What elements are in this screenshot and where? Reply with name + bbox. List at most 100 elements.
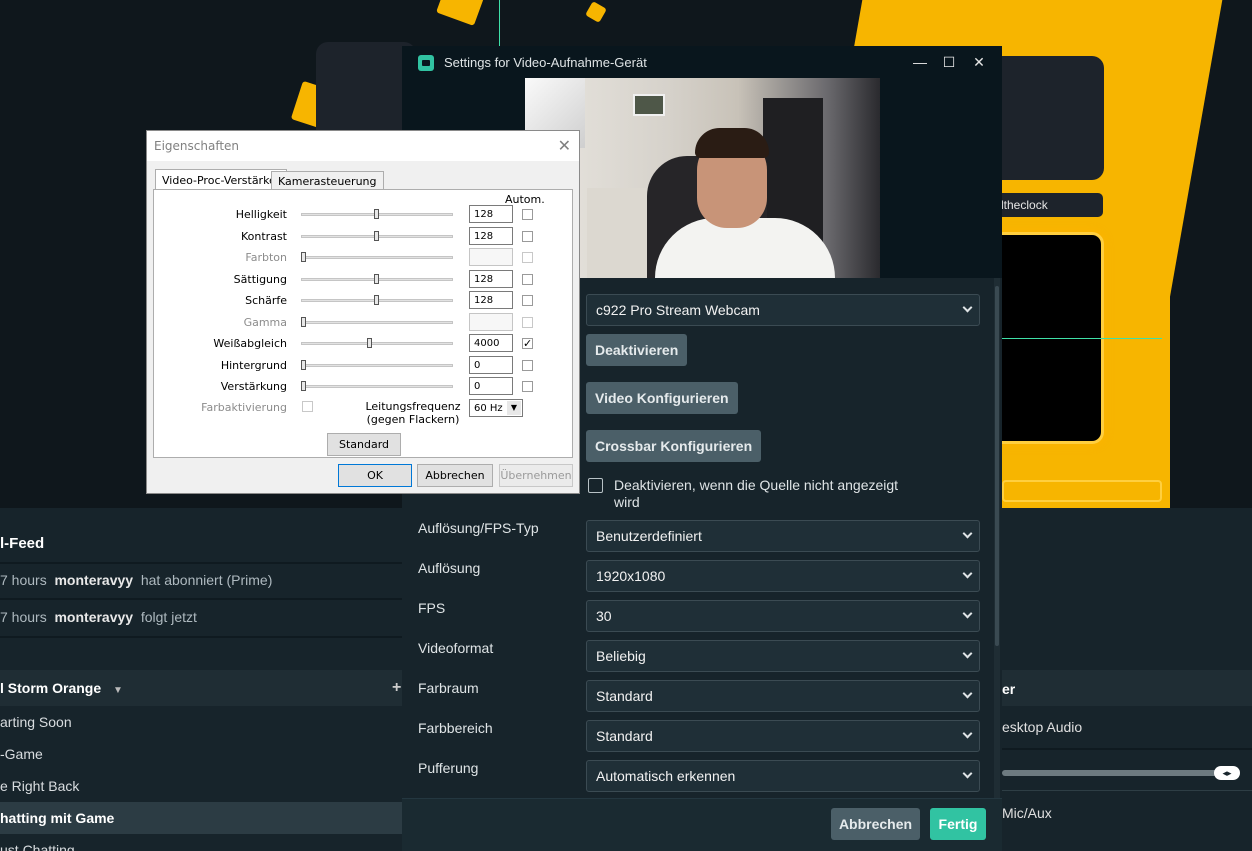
property-value-field[interactable] <box>469 248 513 266</box>
property-slider-thumb[interactable] <box>374 274 379 284</box>
frequency-label: Leitungsfrequenz (gegen Flackern) <box>365 400 461 426</box>
select-value: 1920x1080 <box>596 568 666 584</box>
property-auto-checkbox[interactable] <box>522 295 533 306</box>
maximize-icon[interactable]: ☐ <box>937 52 961 72</box>
property-slider-thumb[interactable] <box>374 295 379 305</box>
feed-row[interactable]: 7 hours monteravyy folgt jetzt <box>0 601 402 635</box>
apply-button[interactable]: Übernehmen <box>499 464 573 487</box>
property-value-field[interactable]: 128 <box>469 227 513 245</box>
property-slider-thumb[interactable] <box>301 381 306 391</box>
property-auto-checkbox[interactable] <box>522 317 533 328</box>
scene-item[interactable]: e Right Back <box>0 770 402 802</box>
property-slider[interactable] <box>301 364 453 367</box>
feed-user: monteravyy <box>54 572 134 588</box>
property-auto-checkbox[interactable] <box>522 231 533 242</box>
device-select-value: c922 Pro Stream Webcam <box>596 302 760 318</box>
cancel-button[interactable]: Abbrechen <box>831 808 920 840</box>
property-value-field[interactable]: 0 <box>469 356 513 374</box>
buffering-select[interactable]: Automatisch erkennen <box>586 760 980 792</box>
chevron-down-icon <box>962 528 973 539</box>
property-slider[interactable] <box>301 342 453 345</box>
chevron-down-icon: ▼ <box>507 401 521 415</box>
title-bar[interactable]: Settings for Video-Aufnahme-Gerät — ☐ ✕ <box>402 46 1002 78</box>
scene-item[interactable]: ust Chatting <box>0 834 402 851</box>
tab-camera-control[interactable]: Kamerasteuerung <box>271 171 384 190</box>
configure-video-button[interactable]: Video Konfigurieren <box>586 382 738 414</box>
scene-collection-name: l Storm Orange <box>0 680 102 696</box>
guide-line <box>499 0 500 48</box>
ok-button[interactable]: OK <box>338 464 412 487</box>
divider <box>1002 790 1252 791</box>
property-auto-checkbox[interactable] <box>522 274 533 285</box>
minimize-icon[interactable]: — <box>908 52 932 72</box>
property-value-field[interactable]: 128 <box>469 205 513 223</box>
property-slider[interactable] <box>301 321 453 324</box>
standard-button[interactable]: Standard <box>327 433 401 456</box>
resolution-select[interactable]: 1920x1080 <box>586 560 980 592</box>
property-slider-thumb[interactable] <box>374 209 379 219</box>
scene-item-active[interactable]: hatting mit Game <box>0 802 402 834</box>
property-label: Kontrast <box>241 230 287 243</box>
scene-collection-header[interactable]: l Storm Orange ▼ + <box>0 670 402 706</box>
resolution-fps-type-select[interactable]: Benutzerdefiniert <box>586 520 980 552</box>
property-slider-thumb[interactable] <box>301 360 306 370</box>
tab-video-proc-amp[interactable]: Video-Proc-Verstärker <box>155 169 288 190</box>
properties-dialog: Eigenschaften ✕ Video-Proc-Verstärker Ka… <box>146 130 580 494</box>
property-value-field[interactable]: 128 <box>469 270 513 288</box>
field-label: Videoformat <box>418 640 494 656</box>
property-auto-checkbox[interactable] <box>522 381 533 392</box>
feed-action: folgt jetzt <box>140 609 197 625</box>
property-auto-checkbox[interactable]: ✓ <box>522 338 533 349</box>
feed-row[interactable]: 7 hours monteravyy hat abonniert (Prime) <box>0 564 402 598</box>
chevron-down-icon <box>962 728 973 739</box>
scene-item[interactable]: -Game <box>0 738 402 770</box>
color-space-select[interactable]: Standard <box>586 680 980 712</box>
property-slider-thumb[interactable] <box>301 252 306 262</box>
scrollbar-thumb[interactable] <box>995 286 999 646</box>
color-enable-label: Farbaktivierung <box>201 401 287 414</box>
deactivate-button[interactable]: Deaktivieren <box>586 334 688 366</box>
device-select[interactable]: c922 Pro Stream Webcam <box>586 294 980 326</box>
property-slider[interactable] <box>301 256 453 259</box>
cancel-button[interactable]: Abbrechen <box>417 464 493 487</box>
video-format-select[interactable]: Beliebig <box>586 640 980 672</box>
property-value-field[interactable]: 4000 <box>469 334 513 352</box>
overlay-panel <box>990 56 1104 180</box>
dialog-title: Eigenschaften <box>154 139 240 153</box>
frequency-select[interactable]: 60 Hz ▼ <box>469 399 523 417</box>
property-slider[interactable] <box>301 385 453 388</box>
title-bar[interactable]: Eigenschaften ✕ <box>147 131 579 161</box>
property-slider-thumb[interactable] <box>367 338 372 348</box>
property-label: Hintergrund <box>220 359 287 372</box>
property-value-field[interactable]: 0 <box>469 377 513 395</box>
chevron-down-icon[interactable]: ▼ <box>113 685 123 696</box>
add-icon[interactable]: + <box>392 679 401 697</box>
volume-slider[interactable] <box>1002 770 1238 776</box>
done-button[interactable]: Fertig <box>930 808 986 840</box>
select-value: Beliebig <box>596 648 646 664</box>
property-label: Farbton <box>245 251 287 264</box>
property-auto-checkbox[interactable] <box>522 252 533 263</box>
property-slider-thumb[interactable] <box>374 231 379 241</box>
scene-item[interactable]: arting Soon <box>0 706 402 738</box>
fps-select[interactable]: 30 <box>586 600 980 632</box>
close-icon[interactable]: ✕ <box>967 52 991 72</box>
field-label: Auflösung <box>418 560 481 576</box>
deactivate-when-hidden-checkbox[interactable] <box>588 478 603 493</box>
feed-title: l-Feed <box>0 535 45 552</box>
property-auto-checkbox[interactable] <box>522 209 533 220</box>
chevron-down-icon <box>962 688 973 699</box>
volume-slider-handle[interactable]: ◂▸ <box>1214 766 1240 780</box>
field-label: Farbraum <box>418 680 479 696</box>
overlay-panel <box>316 42 416 142</box>
property-label: Weißabgleich <box>213 337 287 350</box>
window-title: Settings for Video-Aufnahme-Gerät <box>444 55 647 70</box>
property-value-field[interactable]: 128 <box>469 291 513 309</box>
close-icon[interactable]: ✕ <box>558 136 571 155</box>
configure-crossbar-button[interactable]: Crossbar Konfigurieren <box>586 430 762 462</box>
color-range-select[interactable]: Standard <box>586 720 980 752</box>
property-slider-thumb[interactable] <box>301 317 306 327</box>
property-value-field[interactable] <box>469 313 513 331</box>
color-enable-checkbox[interactable] <box>302 401 313 412</box>
property-auto-checkbox[interactable] <box>522 360 533 371</box>
